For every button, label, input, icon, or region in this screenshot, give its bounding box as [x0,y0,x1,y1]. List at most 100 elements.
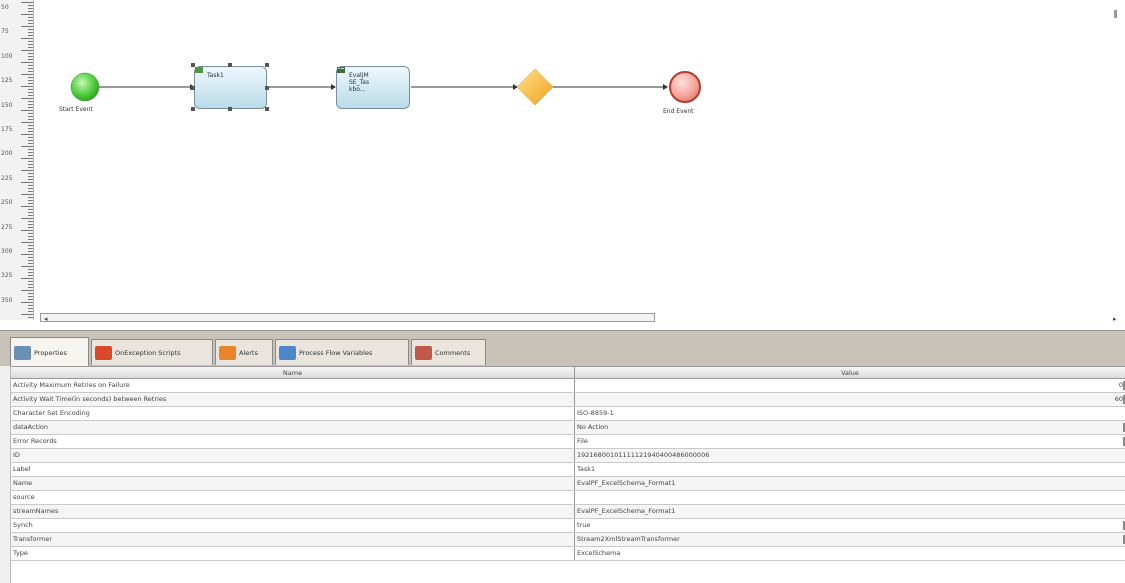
property-value-cell[interactable]: 19216800101111121940400486000006 [575,449,1125,462]
property-name-cell: Activity Wait Time(in seconds) between R… [11,393,575,406]
ruler-tick [28,167,33,168]
ruler-tick [21,206,33,207]
process-flow-canvas[interactable]: 50 75 100 125 150 175 200 225 250 275 300 325 350 [0,0,1125,330]
variables-icon [279,345,296,360]
ruler-tick [28,236,33,237]
ruler-tick [21,278,33,279]
table-row[interactable]: ID 19216800101111121940400486000006 [11,449,1125,463]
ruler-tick [21,122,33,123]
property-value-cell[interactable]: true [575,519,1125,532]
ruler-tick [28,89,33,90]
property-value-cell[interactable] [575,491,1125,504]
ruler-tick [28,209,33,210]
grid-row-header-strip [0,366,11,583]
property-value-cell[interactable]: 0 [575,379,1125,392]
ruler-tick [28,83,33,84]
table-row[interactable]: Type ExcelSchema [11,547,1125,561]
flow-diagram[interactable]: Start Event End Event Task1 EvalJM SE_Ta… [34,0,1114,315]
table-row[interactable]: dataAction No Action [11,421,1125,435]
property-value-text: File [577,437,588,445]
ruler-tick [28,305,33,306]
tab-label: Properties [34,348,67,357]
property-value-cell[interactable]: File [575,435,1125,448]
ruler-tick [28,245,33,246]
property-value-cell[interactable]: 60 [575,393,1125,406]
selection-handle[interactable] [265,63,269,67]
column-header-name[interactable]: Name [11,367,575,378]
scroll-left-arrow-icon[interactable]: ◂ [44,315,48,323]
property-value-cell[interactable]: EvalPF_ExcelSchema_Format1 [575,477,1125,490]
table-row[interactable]: Activity Wait Time(in seconds) between R… [11,393,1125,407]
tab-properties[interactable]: Properties [10,337,89,367]
table-row[interactable]: source [11,491,1125,505]
ruler-tick [28,188,33,189]
task2-node[interactable]: EvalJM SE_Tas kbo... [336,66,410,109]
ruler-tick [28,197,33,198]
property-value-cell[interactable]: No Action [575,421,1125,434]
ruler-tick [28,5,33,6]
property-name-cell: Label [11,463,575,476]
ruler-tick [28,116,33,117]
tab-comments[interactable]: Comments [411,339,486,365]
ruler-tick [28,20,33,21]
ruler-tick [21,194,33,195]
selection-handle[interactable] [265,107,269,111]
ruler-tick [28,35,33,36]
scroll-right-arrow-icon[interactable]: ▸ [1113,315,1117,323]
ruler-tick [28,287,33,288]
ruler-tick [28,47,33,48]
selection-handle[interactable] [191,86,195,90]
tab-alerts[interactable]: Alerts [215,339,273,365]
vertical-scrollbar[interactable] [1114,10,1117,18]
tab-onexception-scripts[interactable]: OnException Scripts [91,339,213,365]
task2-label: EvalJM SE_Tas kbo... [349,72,370,93]
column-header-value[interactable]: Value [575,367,1125,378]
table-row[interactable]: Activity Maximum Retries on Failure 0 [11,379,1125,393]
property-value-cell[interactable]: ExcelSchema [575,547,1125,560]
table-row[interactable]: Name EvalPF_ExcelSchema_Format1 [11,477,1125,491]
ruler-tick [21,2,33,3]
ruler-tick [28,77,33,78]
ruler-tick [21,218,33,219]
property-value-cell[interactable]: Task1 [575,463,1125,476]
horizontal-scrollbar[interactable] [40,313,655,322]
ruler-tick-label: 325 [1,272,13,280]
property-value-text: ISO-8859-1 [577,409,614,417]
end-event-label: End Event [663,108,694,115]
table-row[interactable]: Character Set Encoding ISO-8859-1 [11,407,1125,421]
table-row[interactable]: Label Task1 [11,463,1125,477]
table-row[interactable]: streamNames EvalPF_ExcelSchema_Format1 [11,505,1125,519]
ruler-tick [28,164,33,165]
table-row[interactable]: Synch true [11,519,1125,533]
ruler-tick [21,170,33,171]
selection-handle[interactable] [191,107,195,111]
table-row[interactable]: Error Records File [11,435,1125,449]
vertical-ruler: 50 75 100 125 150 175 200 225 250 275 300 325 350 [0,0,34,320]
selection-handle[interactable] [228,63,232,67]
ruler-tick [28,227,33,228]
selection-handle[interactable] [228,107,232,111]
selection-handle[interactable] [191,63,195,67]
ruler-tick [21,38,33,39]
property-name-cell: source [11,491,575,504]
tab-process-flow-variables[interactable]: Process Flow Variables [275,339,409,365]
ruler-tick [28,224,33,225]
ruler-tick [21,86,33,87]
task1-node[interactable]: Task1 [194,66,267,109]
flow-connectors [70,68,701,106]
property-value-cell[interactable]: Stream2XmlStreamTransformer [575,533,1125,546]
property-name-cell: streamNames [11,505,575,518]
property-value-cell[interactable]: ISO-8859-1 [575,407,1125,420]
process-flow-editor: 50 75 100 125 150 175 200 225 250 275 300 325 350 [0,0,1125,583]
selection-handle[interactable] [265,86,269,90]
ruler-tick [21,302,33,303]
property-value-cell[interactable]: EvalPF_ExcelSchema_Format1 [575,505,1125,518]
ruler-tick-label: 100 [1,52,13,60]
ruler-tick [28,59,33,60]
ruler-tick [28,212,33,213]
ruler-tick [21,158,33,159]
ruler-tick [28,257,33,258]
table-row[interactable]: Transformer Stream2XmlStreamTransformer [11,533,1125,547]
ruler-tick [28,179,33,180]
tab-label: Process Flow Variables [299,348,373,357]
